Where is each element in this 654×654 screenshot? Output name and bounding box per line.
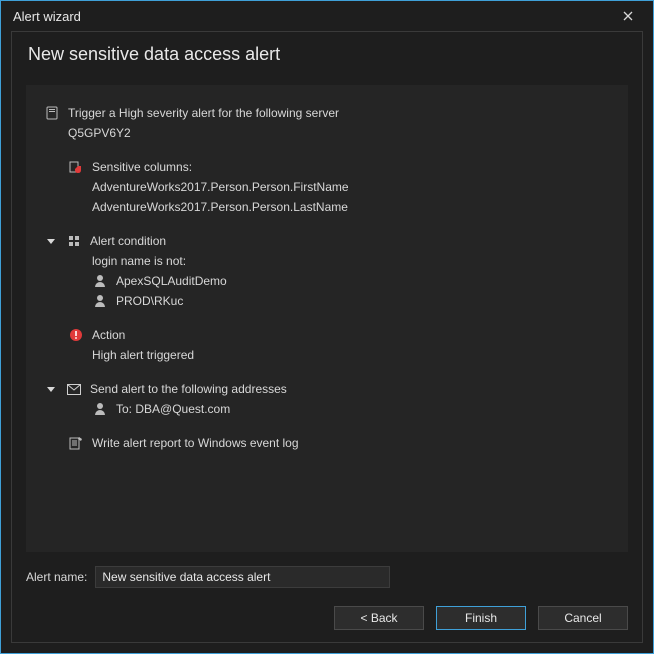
event-log-row: Write alert report to Windows event log (68, 433, 610, 453)
alert-condition-header[interactable]: Alert condition (44, 231, 610, 251)
mail-icon (66, 381, 82, 397)
condition-value-1: ApexSQLAuditDemo (116, 271, 227, 291)
column-shield-icon (68, 159, 84, 175)
sensitive-column-1: AdventureWorks2017.Person.Person.FirstNa… (92, 177, 349, 197)
action-text-row: High alert triggered (92, 345, 610, 365)
send-alert-label: Send alert to the following addresses (90, 379, 287, 399)
alert-condition-label: Alert condition (90, 231, 166, 251)
action-label: Action (92, 325, 125, 345)
user-icon (92, 293, 108, 309)
wizard-body: New sensitive data access alert Trigger … (11, 31, 643, 643)
sensitive-column-row: AdventureWorks2017.Person.Person.FirstNa… (92, 177, 610, 197)
event-log-icon (68, 435, 84, 451)
trigger-row: Trigger a High severity alert for the fo… (44, 103, 610, 123)
send-alert-header[interactable]: Send alert to the following addresses (44, 379, 610, 399)
title-bar: Alert wizard (1, 1, 653, 31)
condition-value-row: PROD\RKuc (92, 291, 610, 311)
user-icon (92, 273, 108, 289)
sensitive-column-row: AdventureWorks2017.Person.Person.LastNam… (92, 197, 610, 217)
alert-name-row: Alert name: (26, 566, 628, 588)
action-text: High alert triggered (92, 345, 194, 365)
user-icon (92, 401, 108, 417)
finish-button[interactable]: Finish (436, 606, 526, 630)
cancel-button[interactable]: Cancel (538, 606, 628, 630)
sensitive-columns-label: Sensitive columns: (92, 157, 192, 177)
recipient-1: To: DBA@Quest.com (116, 399, 230, 419)
condition-text-row: login name is not: (92, 251, 610, 271)
condition-text: login name is not: (92, 251, 186, 271)
event-log-label: Write alert report to Windows event log (92, 433, 299, 453)
wizard-buttons: < Back Finish Cancel (26, 606, 628, 630)
server-name-row: Q5GPV6Y2 (68, 123, 610, 143)
recipient-row: To: DBA@Quest.com (92, 399, 610, 419)
close-icon (623, 11, 633, 21)
sensitive-column-2: AdventureWorks2017.Person.Person.LastNam… (92, 197, 348, 217)
alert-icon (68, 327, 84, 343)
condition-icon (66, 233, 82, 249)
trigger-label: Trigger a High severity alert for the fo… (68, 103, 339, 123)
action-header: Action (68, 325, 610, 345)
wizard-heading: New sensitive data access alert (12, 32, 642, 85)
condition-value-2: PROD\RKuc (116, 291, 183, 311)
alert-name-label: Alert name: (26, 570, 87, 584)
window-close-button[interactable] (613, 2, 643, 30)
window-title: Alert wizard (13, 9, 81, 24)
server-name: Q5GPV6Y2 (68, 123, 131, 143)
alert-wizard-window: Alert wizard New sensitive data access a… (0, 0, 654, 654)
server-icon (44, 105, 60, 121)
collapse-toggle-icon (44, 381, 58, 397)
summary-panel: Trigger a High severity alert for the fo… (26, 85, 628, 552)
sensitive-columns-header: Sensitive columns: (68, 157, 610, 177)
condition-value-row: ApexSQLAuditDemo (92, 271, 610, 291)
back-button[interactable]: < Back (334, 606, 424, 630)
collapse-toggle-icon (44, 233, 58, 249)
alert-name-input[interactable] (95, 566, 390, 588)
